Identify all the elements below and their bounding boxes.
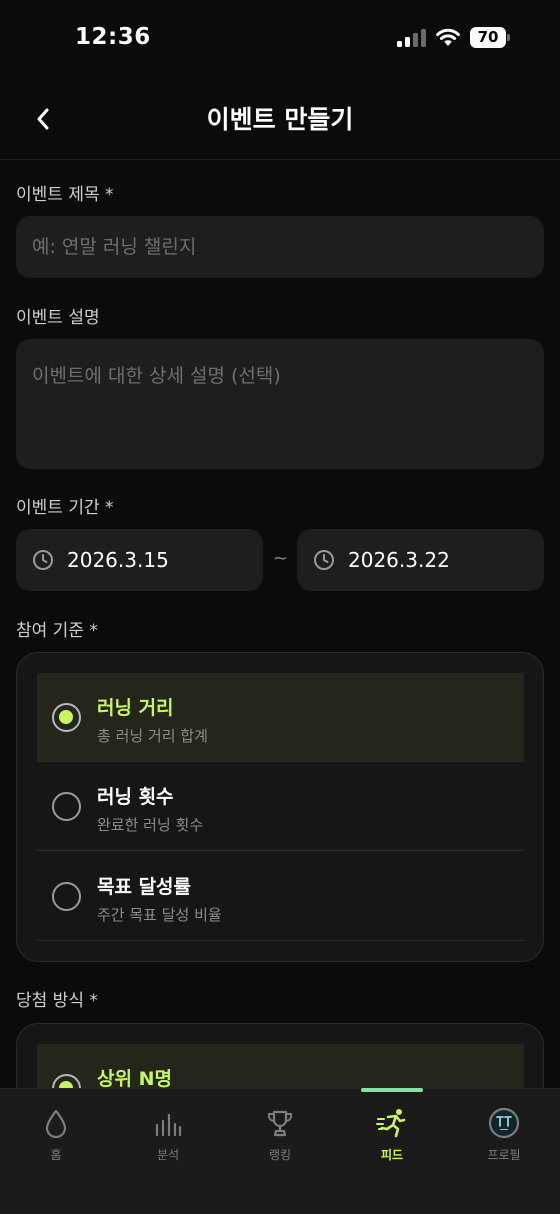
bar-chart-icon <box>155 1113 182 1137</box>
tab-label: 프로필 <box>487 1148 521 1162</box>
battery-icon: 70 <box>470 27 510 48</box>
criteria-label: 참여 기준 * <box>16 621 98 641</box>
end-date-picker[interactable]: 2026.3.22 <box>297 529 544 591</box>
required-mark: * <box>105 185 114 205</box>
event-title-label: 이벤트 제목 * <box>16 185 114 205</box>
trophy-icon <box>268 1110 292 1137</box>
winner-method-label: 당첨 방식 * <box>16 991 98 1011</box>
option-description: 총 러닝 거리 합계 <box>97 727 208 745</box>
start-date-value: 2026.3.15 <box>67 548 169 572</box>
option-description: 완료한 러닝 횟수 <box>97 816 204 834</box>
wifi-icon <box>436 28 460 46</box>
tab-label: 피드 <box>380 1148 404 1162</box>
criteria-option-count[interactable]: 러닝 횟수 완료한 러닝 횟수 <box>37 762 524 851</box>
criteria-options: 러닝 거리 총 러닝 거리 합계 러닝 횟수 완료한 러닝 횟수 목표 달성률 … <box>16 652 544 962</box>
date-separator: ~ <box>273 548 289 569</box>
option-title: 상위 N명 <box>97 1068 172 1090</box>
radio-selected[interactable] <box>52 703 81 732</box>
tab-analysis[interactable]: 분석 <box>112 1089 224 1179</box>
page-title: 이벤트 만들기 <box>206 105 354 134</box>
drop-icon <box>45 1109 67 1139</box>
event-period-label: 이벤트 기간 * <box>16 498 114 518</box>
event-description-input[interactable] <box>32 361 528 447</box>
tab-label: 홈 <box>50 1148 62 1162</box>
status-bar: 12:36 70 <box>0 0 560 80</box>
event-title-field[interactable] <box>16 216 544 278</box>
tab-feed[interactable]: 피드 <box>336 1089 448 1179</box>
status-time: 12:36 <box>75 24 151 50</box>
tab-home[interactable]: 홈 <box>0 1089 112 1179</box>
tab-label: 분석 <box>156 1148 180 1162</box>
active-tab-indicator <box>361 1088 423 1092</box>
start-date-picker[interactable]: 2026.3.15 <box>16 529 263 591</box>
event-title-input[interactable] <box>32 216 528 278</box>
radio-unselected[interactable] <box>52 792 81 821</box>
event-description-field[interactable] <box>16 339 544 469</box>
tab-ranking[interactable]: 랭킹 <box>224 1089 336 1179</box>
criteria-option-distance[interactable]: 러닝 거리 총 러닝 거리 합계 <box>37 673 524 762</box>
option-title: 러닝 거리 <box>97 697 174 719</box>
tab-label: 랭킹 <box>268 1148 292 1162</box>
end-date-value: 2026.3.22 <box>348 548 450 572</box>
option-description: 주간 목표 달성 비율 <box>97 906 222 924</box>
runner-icon <box>376 1109 406 1138</box>
bottom-tab-bar: 홈 분석 랭킹 피드 프로필 <box>0 1088 560 1214</box>
required-mark: * <box>89 991 98 1011</box>
option-title: 목표 달성률 <box>97 876 192 898</box>
criteria-option-goal-rate[interactable]: 목표 달성률 주간 목표 달성 비율 <box>37 852 524 941</box>
clock-icon <box>33 550 53 570</box>
clock-icon <box>314 550 334 570</box>
option-title: 러닝 횟수 <box>97 786 174 808</box>
required-mark: * <box>105 498 114 518</box>
profile-icon <box>488 1107 520 1139</box>
cellular-signal-icon <box>397 29 427 47</box>
radio-unselected[interactable] <box>52 882 81 911</box>
battery-level: 70 <box>470 27 506 48</box>
tab-profile[interactable]: 프로필 <box>448 1089 560 1179</box>
header: 이벤트 만들기 <box>0 80 560 160</box>
required-mark: * <box>89 621 98 641</box>
event-description-label: 이벤트 설명 <box>16 308 100 328</box>
